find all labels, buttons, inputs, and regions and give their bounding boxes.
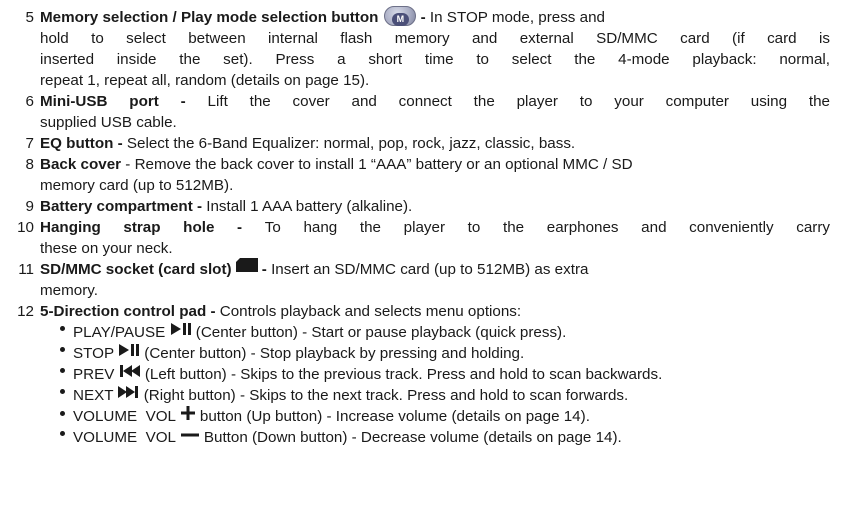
bullet-prev: PREV (Left button) - Skips to the previo… xyxy=(60,364,840,385)
item-text: memory. xyxy=(40,282,98,299)
bullet-dot xyxy=(60,431,65,437)
item-text: Lift the cover and connect the player to… xyxy=(207,93,830,110)
item-number: 7 xyxy=(25,135,34,152)
item-text: Install 1 AAA battery (alkaline). xyxy=(206,198,413,215)
item-title: Hanging strap hole xyxy=(40,219,215,236)
bullet-dot xyxy=(60,368,65,374)
item-title: Mini-USB port xyxy=(40,93,159,110)
manual-page: 5 Memory selection / Play mode selection… xyxy=(0,0,849,528)
play-pause-icon xyxy=(118,342,140,363)
item-title: EQ button xyxy=(40,135,114,152)
item-number: 9 xyxy=(25,198,34,215)
item-title: Battery compartment xyxy=(40,198,193,215)
item-text: these on your neck. xyxy=(40,240,173,257)
item-number: 12 xyxy=(17,303,34,320)
item-number: 11 xyxy=(18,261,34,278)
bullet-stop: STOP (Center button) - Stop playback by … xyxy=(60,343,840,364)
item-text: supplied USB cable. xyxy=(40,114,177,131)
bullet-dot xyxy=(60,326,65,332)
plus-icon xyxy=(180,405,196,427)
bullet-play-pause: PLAY/PAUSE (Center button) - Start or pa… xyxy=(60,322,840,343)
item-text: memory card (up to 512MB). xyxy=(40,177,234,194)
item-text: Insert an SD/MMC card (up to 512MB) as e… xyxy=(271,261,589,278)
minus-icon xyxy=(180,426,200,447)
item-text: To hang the player to the earphones and … xyxy=(264,219,830,236)
item-number: 10 xyxy=(17,219,34,236)
item-title: Memory selection / Play mode selection b… xyxy=(40,9,379,26)
next-track-icon xyxy=(117,384,139,405)
item-text: Select the 6-Band Equalizer: normal, pop… xyxy=(126,135,576,152)
item-title: 5-Direction control pad xyxy=(40,303,207,320)
bullet-volume-up: VOLUME VOL button (Up button) - Increase… xyxy=(60,406,840,427)
item-number: 8 xyxy=(25,156,34,173)
previous-track-icon xyxy=(119,363,141,384)
item-text: inserted inside the set). Press a short … xyxy=(40,51,830,68)
item-text: In STOP mode, press and xyxy=(429,9,605,26)
item-text: Remove the back cover to install 1 “AAA”… xyxy=(134,156,633,173)
play-pause-icon xyxy=(170,321,192,342)
bullet-dot xyxy=(60,389,65,395)
bullet-dot xyxy=(60,347,65,353)
item-title: Back cover xyxy=(40,156,122,173)
item-title: SD/MMC socket (card slot) xyxy=(40,261,232,278)
item-text: repeat 1, repeat all, random (details on… xyxy=(40,72,370,89)
item-number: 5 xyxy=(25,9,34,26)
memory-button-icon: M xyxy=(384,5,417,26)
item-text: Controls playback and selects menu optio… xyxy=(219,303,522,320)
item-text: hold to select between internal flash me… xyxy=(40,30,830,47)
bullet-volume-down: VOLUME VOL Button (Down button) - Decrea… xyxy=(60,427,840,448)
item-number: 6 xyxy=(25,93,34,110)
bullet-next: NEXT (Right button) - Skips to the next … xyxy=(60,385,840,406)
sd-card-icon xyxy=(235,257,258,278)
bullet-dot xyxy=(60,410,65,416)
